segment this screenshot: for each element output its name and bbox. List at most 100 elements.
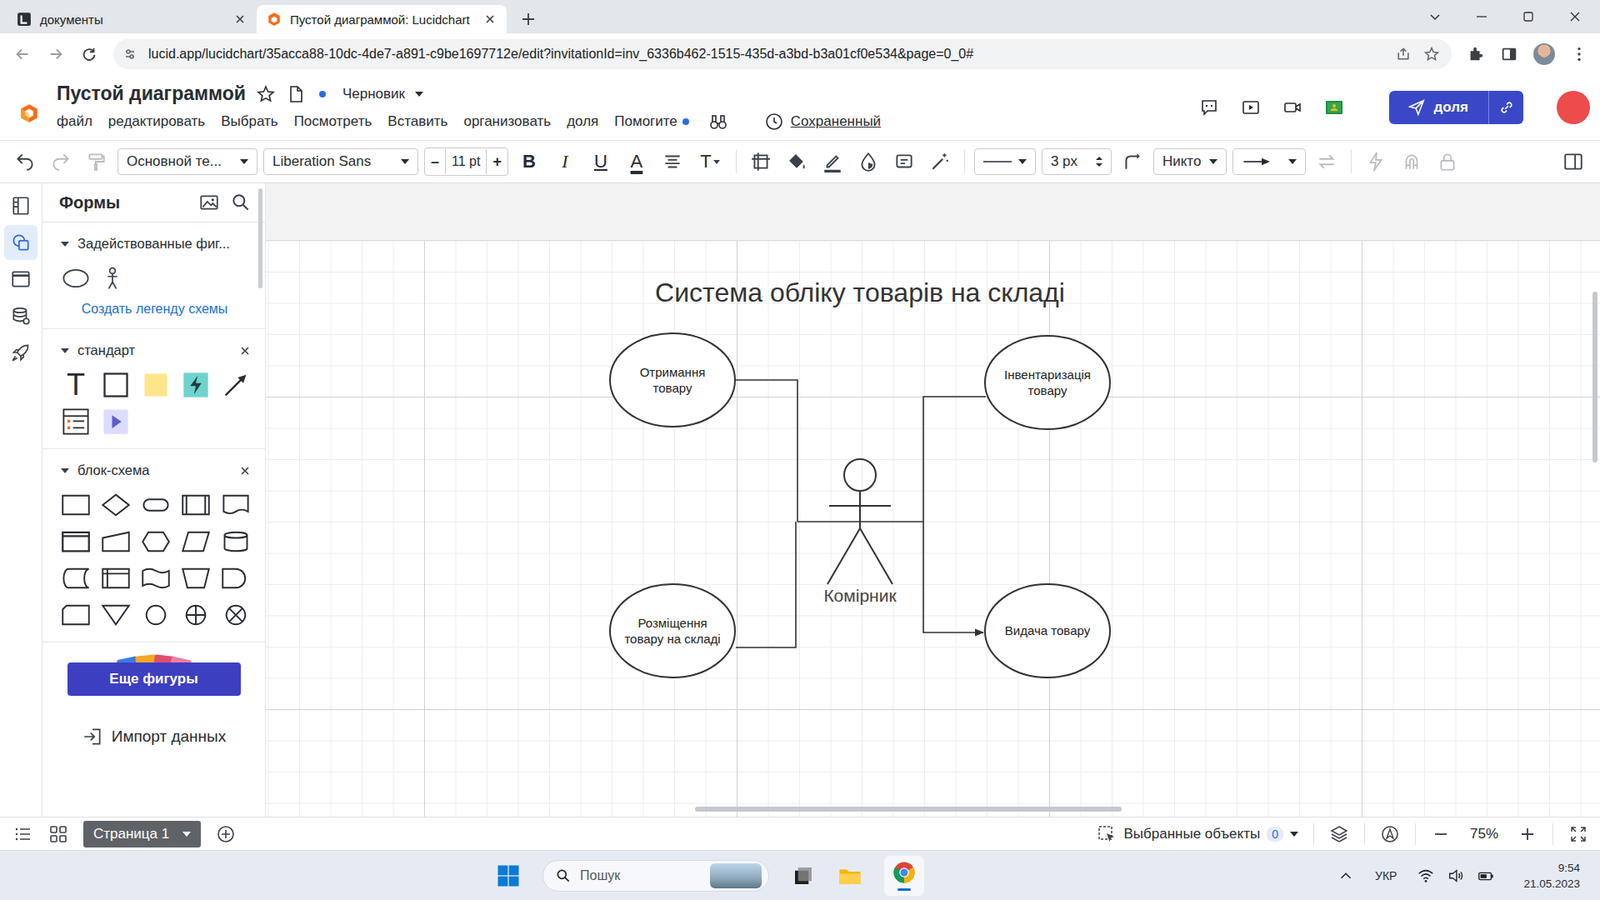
- present-icon[interactable]: [1240, 97, 1261, 118]
- rail-item[interactable]: [4, 298, 38, 334]
- rectangle-shape-icon[interactable]: [100, 370, 131, 400]
- section-header[interactable]: блок-схема: [42, 457, 265, 484]
- flowchart-shape-icon[interactable]: [60, 526, 91, 557]
- flowchart-shape-icon[interactable]: [140, 563, 171, 594]
- flowchart-shape-icon[interactable]: [220, 526, 251, 557]
- menu-item[interactable]: доля: [566, 113, 599, 130]
- flowchart-shape-icon[interactable]: [220, 490, 251, 520]
- line-start-dropdown[interactable]: Никто: [1153, 148, 1227, 175]
- flowchart-shape-icon[interactable]: [60, 490, 91, 520]
- copy-link-button[interactable]: [1488, 90, 1524, 125]
- flowchart-shape-icon[interactable]: [60, 600, 91, 630]
- add-page-icon[interactable]: [215, 824, 236, 845]
- format-button[interactable]: U: [585, 146, 616, 177]
- use-case[interactable]: Розміщеннятовару на складі: [610, 584, 735, 678]
- swap-icon[interactable]: [1311, 146, 1342, 177]
- user-avatar[interactable]: [1556, 90, 1590, 125]
- image-search-icon[interactable]: [198, 191, 220, 214]
- more-shapes-button[interactable]: Еще фигуры: [67, 662, 241, 696]
- menu-item[interactable]: организовать: [463, 113, 551, 130]
- action-icon[interactable]: [1360, 146, 1391, 177]
- align-center-icon[interactable]: [657, 146, 688, 177]
- text-shape[interactable]: T: [60, 370, 91, 400]
- flowchart-shape-icon[interactable]: [140, 526, 171, 557]
- import-data-button[interactable]: Импорт данных: [42, 725, 265, 748]
- rail-item[interactable]: [4, 261, 38, 297]
- close-icon[interactable]: [483, 12, 497, 26]
- browser-tab[interactable]: Пустой диаграммой: Lucidchart: [256, 5, 507, 34]
- back-icon[interactable]: [13, 45, 32, 64]
- star-icon[interactable]: [255, 84, 276, 105]
- page-list-icon[interactable]: [13, 824, 34, 845]
- page-tab[interactable]: Страница 1: [83, 820, 201, 848]
- lucid-logo-icon[interactable]: [18, 102, 40, 125]
- menu-item[interactable]: редактировать: [108, 113, 205, 130]
- dropdown-arrow-icon[interactable]: [415, 91, 424, 97]
- rail-item[interactable]: [4, 225, 38, 260]
- profile-avatar[interactable]: [1533, 43, 1555, 65]
- action-block-icon[interactable]: [180, 370, 211, 400]
- vertical-scrollbar[interactable]: [1592, 291, 1598, 463]
- flowchart-shape-icon[interactable]: [100, 563, 131, 594]
- redo-icon[interactable]: [45, 146, 76, 177]
- format-button[interactable]: B: [514, 146, 545, 177]
- menu-item[interactable]: Выбрать: [220, 113, 278, 130]
- menu-item[interactable]: Посмотреть: [294, 113, 373, 130]
- dropdown-arrow-icon[interactable]: [182, 831, 191, 837]
- decrease-font-button[interactable]: –: [425, 149, 445, 175]
- ellipse-shape-icon[interactable]: [60, 263, 91, 294]
- canvas[interactable]: Система обліку товарів на складі Отриманн…: [265, 183, 1600, 817]
- taskbar-search[interactable]: Пошук: [542, 860, 770, 892]
- diagram-title[interactable]: Система обліку товарів на складі: [655, 277, 1065, 308]
- tab-search-icon[interactable]: [1426, 8, 1444, 25]
- create-legend-link[interactable]: Создать легенду схемы: [60, 301, 249, 317]
- panel-scrollbar[interactable]: [258, 188, 263, 289]
- font-dropdown[interactable]: Liberation Sans: [263, 148, 419, 175]
- list-shape-icon[interactable]: [60, 406, 91, 437]
- layers-icon[interactable]: [1329, 824, 1350, 845]
- use-case[interactable]: Отриманнятовару: [610, 333, 735, 427]
- zoom-in-icon[interactable]: [1517, 824, 1538, 845]
- bookmark-star-icon[interactable]: [1423, 45, 1440, 63]
- share-button[interactable]: доля: [1389, 90, 1489, 125]
- volume-icon[interactable]: [1446, 866, 1465, 885]
- flowchart-shape-icon[interactable]: [100, 526, 131, 557]
- share-page-icon[interactable]: [1395, 45, 1412, 63]
- tray-chevron-icon[interactable]: [1336, 866, 1355, 885]
- connector-line[interactable]: [923, 521, 984, 633]
- flowchart-shape-icon[interactable]: [140, 490, 171, 520]
- format-button[interactable]: A: [621, 146, 652, 177]
- expand-arrow-icon[interactable]: [60, 468, 70, 474]
- connector-line[interactable]: [735, 380, 798, 522]
- close-window-icon[interactable]: [1566, 8, 1584, 25]
- zoom-level[interactable]: 75%: [1465, 825, 1503, 843]
- google-classroom-icon[interactable]: [1324, 97, 1345, 118]
- restore-icon[interactable]: [1520, 8, 1537, 25]
- extensions-icon[interactable]: [1466, 45, 1485, 64]
- search-icon[interactable]: [230, 191, 252, 214]
- navigate-icon[interactable]: [1380, 824, 1400, 845]
- right-panel-icon[interactable]: [1558, 146, 1589, 177]
- battery-icon[interactable]: [1476, 866, 1495, 885]
- fullscreen-icon[interactable]: [1568, 824, 1589, 845]
- text-options-button[interactable]: T: [693, 146, 727, 177]
- forward-icon[interactable]: [46, 45, 65, 64]
- video-call-icon[interactable]: [1282, 97, 1303, 118]
- lock-icon[interactable]: [1432, 146, 1463, 177]
- task-view-icon[interactable]: [790, 863, 816, 889]
- flowchart-shape-icon[interactable]: [100, 600, 131, 630]
- arrow-line-icon[interactable]: [220, 370, 251, 400]
- actor[interactable]: Комірник: [823, 459, 897, 605]
- minimize-icon[interactable]: [1473, 8, 1490, 25]
- spinner-icon[interactable]: [1095, 155, 1103, 168]
- section-header[interactable]: Задействованные фиг...: [42, 230, 265, 257]
- document-icon[interactable]: [285, 84, 306, 105]
- rail-item[interactable]: [4, 335, 38, 370]
- url-field[interactable]: lucid.app/lucidchart/35acca88-10dc-4de7-…: [113, 39, 1452, 70]
- flowchart-shape-icon[interactable]: [180, 490, 211, 520]
- connector-line[interactable]: [923, 396, 986, 522]
- page-grid-icon[interactable]: [48, 824, 69, 845]
- connector-line[interactable]: [735, 521, 796, 648]
- undo-icon[interactable]: [10, 146, 40, 177]
- expand-arrow-icon[interactable]: [60, 241, 70, 247]
